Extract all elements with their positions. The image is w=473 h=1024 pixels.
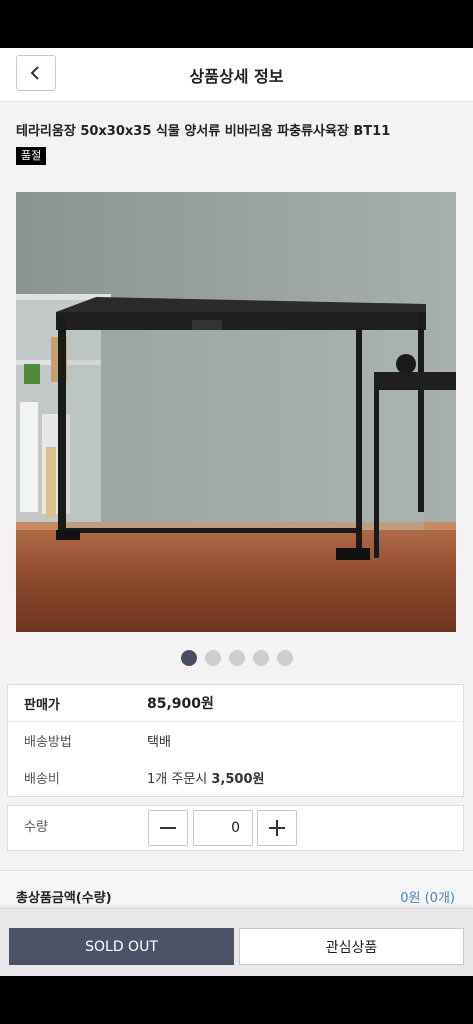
- header: 상품상세 정보: [0, 48, 473, 102]
- shipping-method-value: 택배: [147, 735, 171, 750]
- plus-icon: [269, 820, 285, 836]
- quantity-decrease-button[interactable]: [148, 810, 188, 846]
- total-label: 총상품금액(수량): [16, 891, 112, 906]
- app-screen: 상품상세 정보 테라리움장 50x30x35 식물 양서류 비바리움 파충류사육…: [0, 48, 473, 976]
- system-nav-bar: [0, 976, 473, 1024]
- quantity-input[interactable]: [193, 810, 253, 846]
- quantity-label: 수량: [24, 820, 48, 835]
- quantity-increase-button[interactable]: [257, 810, 297, 846]
- shipping-fee-row: 배송비 1개 주문시 3,500원: [8, 759, 463, 796]
- price-value: 85,900원: [147, 696, 214, 712]
- carousel-dot[interactable]: [276, 650, 293, 666]
- quantity-row: 수량: [7, 805, 464, 851]
- price-label: 판매가: [24, 697, 60, 713]
- shipping-fee-label: 배송비: [24, 772, 60, 787]
- carousel-dot[interactable]: [252, 650, 269, 666]
- bottom-action-bar: SOLD OUT 관심상품: [0, 908, 473, 976]
- shipping-method-label: 배송방법: [24, 735, 72, 750]
- total-value: 0원 (0개): [400, 891, 455, 906]
- page-title: 상품상세 정보: [189, 67, 284, 86]
- image-carousel-dots: [0, 650, 473, 666]
- terrarium-photo: [16, 192, 456, 632]
- shipping-fee-prefix: 1개 주문시: [147, 772, 208, 787]
- carousel-dot[interactable]: [228, 650, 245, 666]
- minus-icon: [160, 827, 176, 829]
- shipping-method-row: 배송방법 택배: [8, 722, 463, 759]
- shipping-fee-value: 1개 주문시 3,500원: [147, 768, 264, 787]
- status-bar: [0, 0, 473, 48]
- product-image[interactable]: [16, 192, 456, 632]
- product-name: 테라리움장 50x30x35 식물 양서류 비바리움 파충류사육장 BT11: [16, 124, 391, 139]
- carousel-dot[interactable]: [180, 650, 197, 666]
- carousel-dot[interactable]: [204, 650, 221, 666]
- price-row: 판매가 85,900원: [8, 685, 463, 722]
- shipping-fee-amount: 3,500원: [211, 772, 265, 787]
- soldout-badge: 품절: [16, 147, 47, 165]
- soldout-button[interactable]: SOLD OUT: [9, 928, 234, 965]
- wishlist-button[interactable]: 관심상품: [239, 928, 464, 965]
- product-info-table: 판매가 85,900원 배송방법 택배 배송비 1개 주문시 3,500원: [7, 684, 464, 797]
